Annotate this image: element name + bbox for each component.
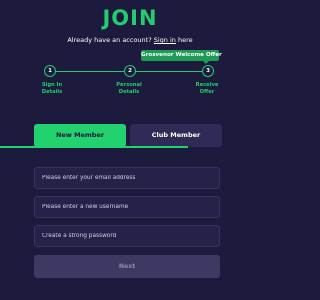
step-2-indicator: 2 (124, 65, 136, 77)
step-3-indicator: 3 (202, 65, 214, 77)
step-3-label-line1: Receive (195, 82, 219, 88)
step-2-label-line1: Personal (116, 82, 142, 88)
step-2-label: Personal Details (111, 82, 147, 96)
step-1-indicator: 1 (44, 65, 56, 77)
password-field[interactable] (34, 225, 220, 247)
tab-club-member[interactable]: Club Member (130, 124, 222, 147)
step-3-label: Receive Offer (189, 82, 225, 96)
tab-underline (0, 146, 188, 148)
username-field[interactable] (34, 196, 220, 218)
join-logo: JOIN (102, 6, 158, 30)
signin-prompt-text: Already have an account? (67, 36, 152, 44)
step-1-label-line2: Details (41, 89, 63, 95)
signin-prompt: Already have an account? Sign in here (0, 36, 260, 45)
signin-suffix-text: here (178, 36, 193, 44)
step-3-label-line2: Offer (199, 89, 215, 95)
signin-link[interactable]: Sign in (154, 36, 176, 44)
email-field[interactable] (34, 167, 220, 189)
step-connector (134, 71, 204, 72)
step-1-label: Sign In Details (34, 82, 70, 96)
next-button[interactable]: Next (34, 255, 220, 278)
step-1-label-line1: Sign In (41, 82, 63, 88)
offer-badge: Grosvenor Welcome Offer (141, 50, 222, 64)
step-2-label-line2: Details (118, 89, 140, 95)
step-connector (54, 71, 124, 72)
tab-new-member[interactable]: New Member (34, 124, 126, 147)
member-type-tabs: New Member Club Member (34, 124, 222, 147)
progress-stepper: 1 2 3 Sign In Details Personal Details R… (0, 64, 260, 104)
